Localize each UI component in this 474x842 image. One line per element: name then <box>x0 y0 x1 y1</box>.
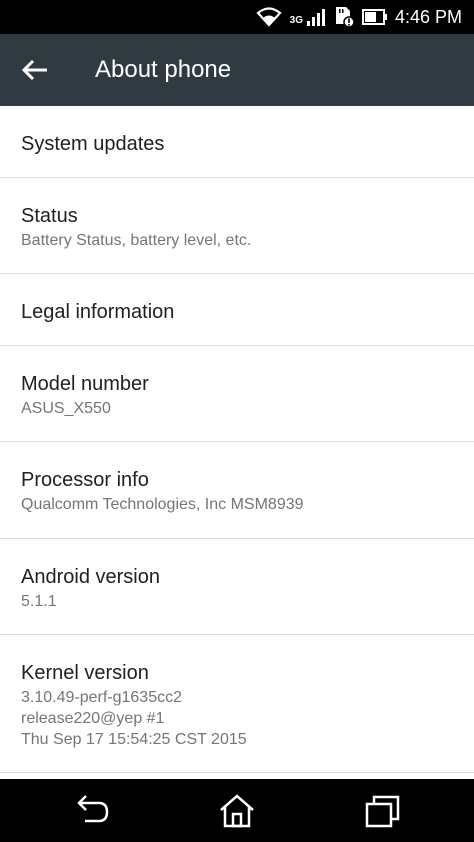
item-title: Processor info <box>21 469 149 491</box>
settings-item-processor-info[interactable]: Processor info Qualcomm Technologies, In… <box>0 442 474 539</box>
settings-list: System updates Status Battery Status, ba… <box>0 106 474 773</box>
signal-icon <box>307 9 325 26</box>
app-bar: About phone <box>0 34 474 106</box>
back-nav-icon[interactable] <box>75 794 111 828</box>
item-summary: ASUS_X550 <box>21 400 111 417</box>
recents-icon[interactable] <box>365 794 401 828</box>
settings-item-status[interactable]: Status Battery Status, battery level, et… <box>0 178 474 274</box>
settings-item-android-version[interactable]: Android version 5.1.1 <box>0 539 474 635</box>
clock: 4:46 PM <box>394 7 462 27</box>
item-title: Legal information <box>21 301 175 323</box>
battery-icon <box>362 9 387 25</box>
home-icon[interactable] <box>219 794 255 828</box>
item-summary: Battery Status, battery level, etc. <box>21 232 252 249</box>
item-summary: 5.1.1 <box>21 593 57 610</box>
settings-item-model-number[interactable]: Model number ASUS_X550 <box>0 346 474 442</box>
item-title: Android version <box>21 566 160 588</box>
navigation-bar <box>0 779 474 842</box>
settings-item-legal-information[interactable]: Legal information <box>0 274 474 346</box>
status-icons: 3G <box>256 5 388 29</box>
item-summary-line: Thu Sep 17 15:54:25 CST 2015 <box>21 731 247 748</box>
item-title: Kernel version <box>21 662 149 684</box>
wifi-icon <box>256 7 282 27</box>
network-type-label: 3G <box>289 14 303 26</box>
item-title: Model number <box>21 373 149 395</box>
item-summary: Qualcomm Technologies, Inc MSM8939 <box>21 496 304 513</box>
arrow-back-icon[interactable] <box>20 56 50 84</box>
item-summary-line: 3.10.49-perf-g1635cc2 <box>21 689 182 706</box>
item-summary-line: release220@yep #1 <box>21 710 165 727</box>
settings-item-system-updates[interactable]: System updates <box>0 106 474 178</box>
status-bar: 3G 4:46 PM <box>0 0 474 34</box>
item-title: System updates <box>21 133 165 155</box>
item-title: Status <box>21 205 78 227</box>
sd-card-icon <box>336 7 354 28</box>
page-title: About phone <box>95 56 232 83</box>
settings-item-kernel-version[interactable]: Kernel version 3.10.49-perf-g1635cc2 rel… <box>0 635 474 773</box>
